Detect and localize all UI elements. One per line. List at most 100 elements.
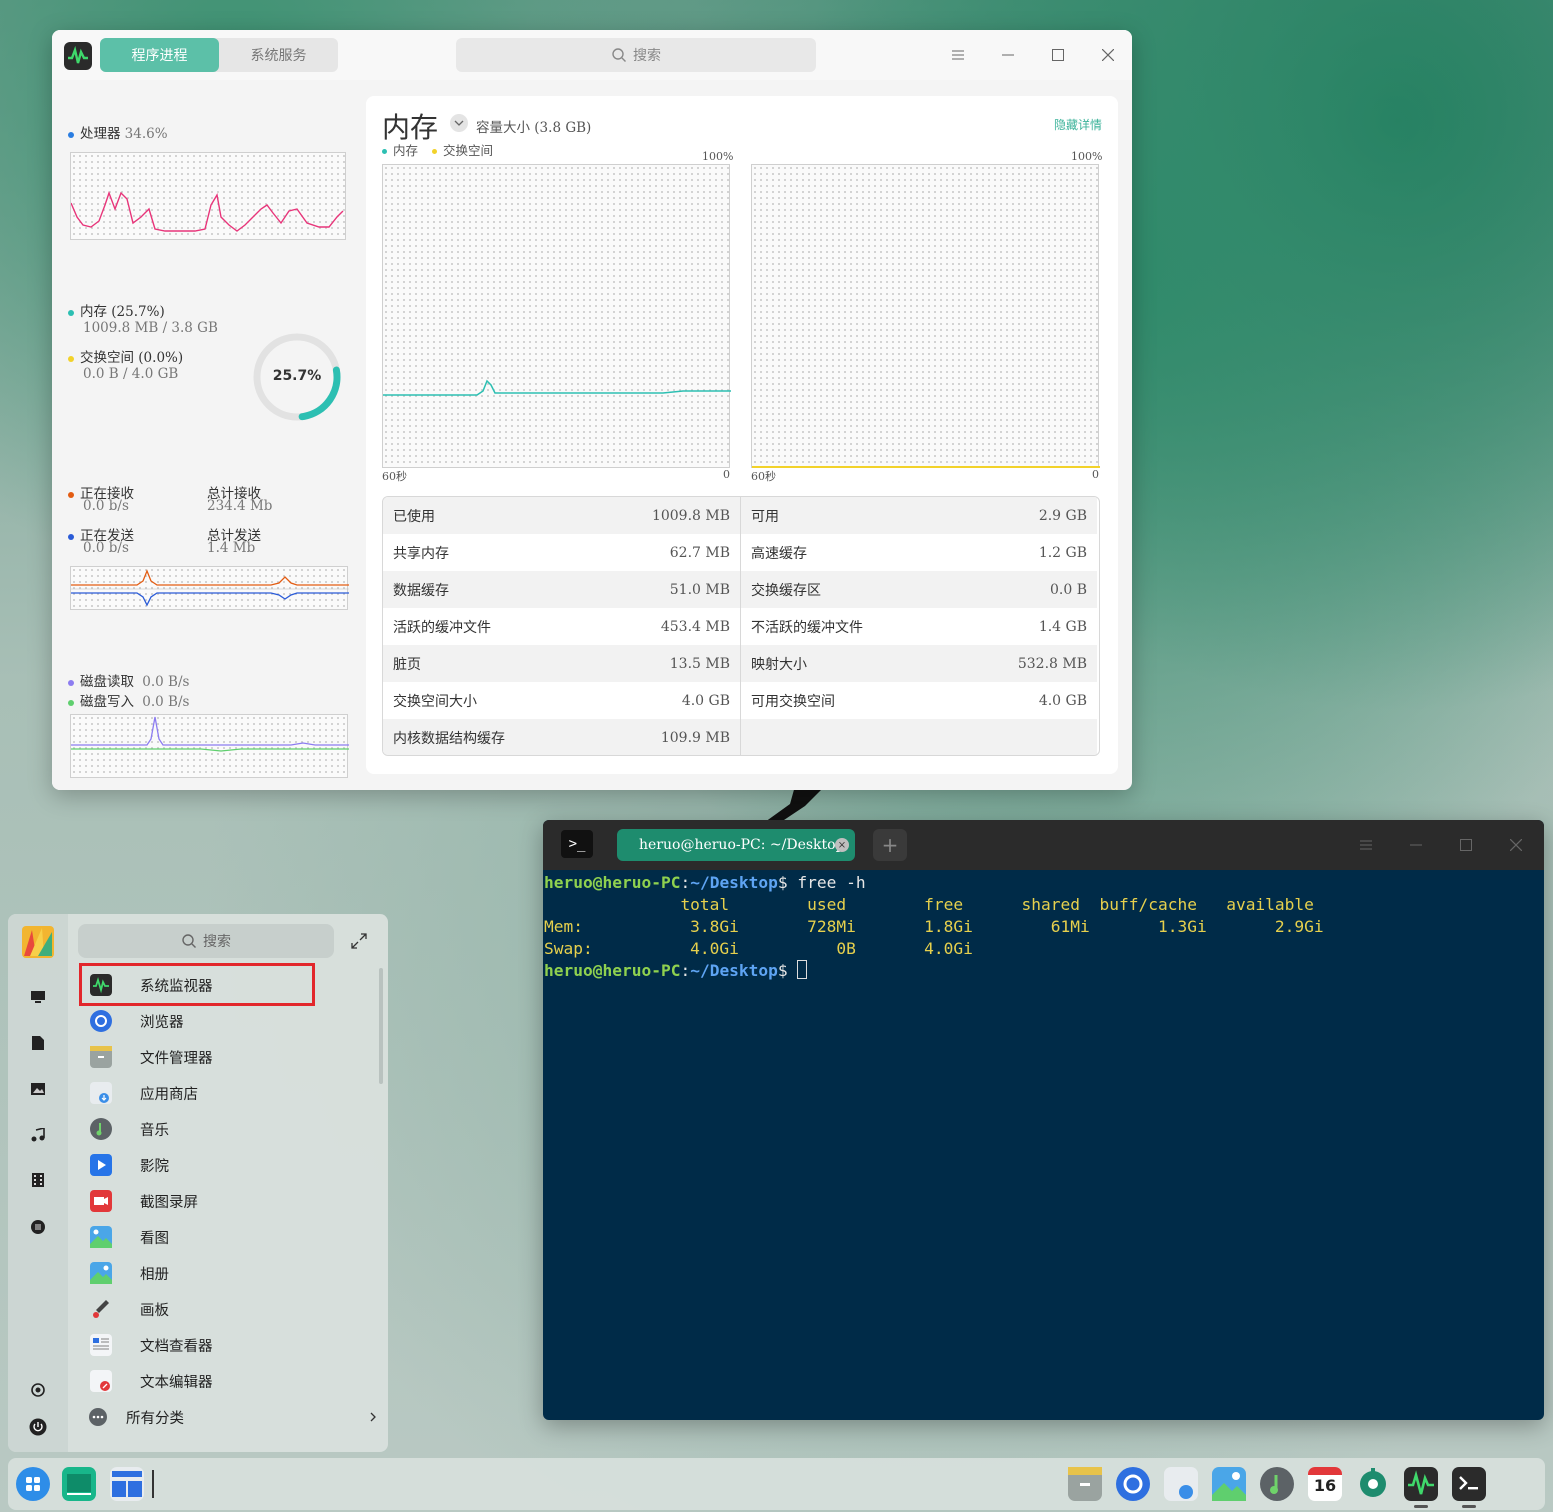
cpu-summary[interactable]: 处理器 34.6% bbox=[68, 122, 168, 142]
app-store-icon bbox=[1179, 1485, 1193, 1499]
dock-app-store[interactable] bbox=[1164, 1467, 1198, 1501]
show-desktop-button[interactable] bbox=[110, 1467, 144, 1501]
disk-read-label: 磁盘读取 bbox=[80, 674, 134, 690]
title-bar: 程序进程 系统服务 搜索 bbox=[52, 30, 1132, 80]
app-item-album[interactable]: 相册 bbox=[88, 1255, 368, 1291]
app-label: 文档查看器 bbox=[140, 1338, 213, 1355]
mem-graph-time-start: 60秒 bbox=[382, 470, 407, 483]
row-value: 0.0 B bbox=[1049, 581, 1087, 598]
all-categories-button[interactable]: 所有分类 bbox=[88, 1404, 378, 1430]
terminal-maximize-button[interactable] bbox=[1454, 832, 1478, 858]
maximize-button[interactable] bbox=[1046, 42, 1070, 68]
terminal-close-button[interactable] bbox=[1504, 832, 1528, 858]
app-item-app-store[interactable]: 应用商店 bbox=[88, 1075, 368, 1111]
category-documents-button[interactable] bbox=[27, 1032, 49, 1054]
hide-details-link[interactable]: 隐藏详情 bbox=[1054, 116, 1102, 133]
terminal-minimize-button[interactable] bbox=[1404, 832, 1428, 858]
app-item-document-viewer[interactable]: 文档查看器 bbox=[88, 1327, 368, 1363]
chevron-down-icon bbox=[454, 120, 464, 126]
send-value: 0.0 b/s bbox=[83, 540, 129, 556]
row-key: 已使用 bbox=[393, 508, 435, 525]
cpu-label: 处理器 bbox=[80, 126, 121, 142]
category-video-button[interactable] bbox=[27, 1169, 49, 1191]
table-row: 已使用 1009.8 MB bbox=[383, 497, 740, 534]
window-controls bbox=[946, 42, 1120, 68]
row-key: 内核数据结构缓存 bbox=[393, 730, 505, 747]
multitask-view-button[interactable] bbox=[62, 1467, 96, 1501]
new-tab-button[interactable]: + bbox=[873, 829, 907, 861]
row-key: 映射大小 bbox=[751, 656, 807, 673]
memory-summary[interactable]: 内存 (25.7%) 1009.8 MB / 3.8 GB 交换空间 (0.0%… bbox=[68, 300, 218, 382]
launcher-category-nav bbox=[8, 914, 68, 1452]
dock-image-viewer[interactable] bbox=[1212, 1467, 1246, 1501]
category-other-button[interactable] bbox=[27, 1216, 49, 1238]
dock-calendar[interactable]: 16 bbox=[1308, 1467, 1342, 1501]
legend-swap: 交换空间 bbox=[443, 143, 494, 158]
close-button[interactable] bbox=[1096, 42, 1120, 68]
category-all-button[interactable] bbox=[27, 986, 49, 1008]
tab-processes[interactable]: 程序进程 bbox=[100, 38, 219, 72]
launcher-button[interactable] bbox=[16, 1467, 50, 1501]
swap-graph-time-start: 60秒 bbox=[751, 470, 776, 483]
app-item-file-manager[interactable]: 文件管理器 bbox=[88, 1039, 368, 1075]
tab-services[interactable]: 系统服务 bbox=[219, 38, 338, 72]
launcher-scrollbar[interactable] bbox=[379, 968, 383, 1084]
music-note-icon bbox=[31, 1128, 45, 1142]
app-item-image-viewer[interactable]: 看图 bbox=[88, 1219, 368, 1255]
terminal-tab-title: heruo@heruo-PC: ~/Desktop bbox=[639, 837, 845, 853]
fullscreen-expand-icon[interactable] bbox=[350, 932, 368, 950]
dock-browser[interactable] bbox=[1116, 1467, 1150, 1501]
disk-read-dot bbox=[68, 679, 74, 686]
dock-file-manager[interactable] bbox=[1068, 1467, 1102, 1501]
table-row: 不活跃的缓冲文件 1.4 GB bbox=[741, 608, 1097, 645]
app-label: 系统监视器 bbox=[140, 978, 213, 995]
category-images-button[interactable] bbox=[27, 1078, 49, 1100]
table-row: 可用 2.9 GB bbox=[741, 497, 1097, 534]
app-item-music[interactable]: 音乐 bbox=[88, 1111, 368, 1147]
view-switch-button[interactable] bbox=[450, 114, 468, 132]
swap-label: 交换空间 (0.0%) bbox=[80, 350, 184, 366]
launcher-search-input[interactable]: 搜索 bbox=[78, 924, 334, 958]
recv-dot bbox=[68, 491, 74, 498]
desktop-icon bbox=[112, 1471, 142, 1497]
search-input[interactable]: 搜索 bbox=[456, 38, 816, 72]
list-circle-icon bbox=[31, 1220, 45, 1234]
cpu-value: 34.6% bbox=[124, 126, 168, 142]
all-categories-label: 所有分类 bbox=[126, 1410, 184, 1427]
row-value: 4.0 GB bbox=[1038, 692, 1087, 709]
dock-music[interactable] bbox=[1260, 1467, 1294, 1501]
control-center-button[interactable] bbox=[27, 1379, 49, 1401]
dock-system-monitor[interactable] bbox=[1404, 1467, 1438, 1501]
detail-column-right: 可用 2.9 GB 高速缓存 1.2 GB 交换缓存区 0.0 B 不活跃的缓冲文件 1… bbox=[740, 497, 1097, 755]
close-tab-icon[interactable]: × bbox=[835, 838, 849, 852]
prompt-user: heruo@heruo-PC bbox=[544, 961, 681, 980]
image-viewer-icon bbox=[1212, 1472, 1246, 1501]
app-item-system-monitor[interactable]: 系统监视器 bbox=[88, 967, 368, 1003]
category-music-button[interactable] bbox=[27, 1124, 49, 1146]
menu-button[interactable] bbox=[946, 42, 970, 68]
app-label: 文件管理器 bbox=[140, 1050, 213, 1067]
row-key: 交换空间大小 bbox=[393, 693, 477, 710]
image-viewer-icon bbox=[90, 1226, 112, 1248]
terminal-window: >_ heruo@heruo-PC: ~/Desktop × + heruo@h… bbox=[543, 820, 1544, 1420]
terminal-tab[interactable]: heruo@heruo-PC: ~/Desktop × bbox=[617, 829, 855, 861]
dock-terminal[interactable] bbox=[1452, 1467, 1486, 1501]
app-item-text-editor[interactable]: 文本编辑器 bbox=[88, 1363, 368, 1399]
terminal-window-controls bbox=[1354, 832, 1528, 858]
app-item-browser[interactable]: 浏览器 bbox=[88, 1003, 368, 1039]
app-item-movie[interactable]: 影院 bbox=[88, 1147, 368, 1183]
disk-summary[interactable]: 磁盘读取 0.0 B/s 磁盘写入 0.0 B/s bbox=[68, 670, 189, 710]
row-key: 可用交换空间 bbox=[751, 693, 835, 710]
disk-write-dot bbox=[68, 699, 74, 706]
user-avatar[interactable] bbox=[22, 926, 54, 958]
terminal-output[interactable]: heruo@heruo-PC:~/Desktop$ free -h total … bbox=[543, 870, 1544, 982]
terminal-menu-button[interactable] bbox=[1354, 832, 1378, 858]
network-summary[interactable]: 正在接收 0.0 b/s 总计接收 234.4 Mb 正在发送 0.0 b/s … bbox=[68, 482, 358, 562]
disk-read-value: 0.0 B/s bbox=[142, 674, 190, 690]
document-icon bbox=[32, 1036, 44, 1050]
dock-control-center[interactable] bbox=[1356, 1467, 1390, 1501]
power-button[interactable] bbox=[27, 1416, 49, 1438]
app-item-draw[interactable]: 画板 bbox=[88, 1291, 368, 1327]
app-item-screenshot[interactable]: 截图录屏 bbox=[88, 1183, 368, 1219]
minimize-button[interactable] bbox=[996, 42, 1020, 68]
